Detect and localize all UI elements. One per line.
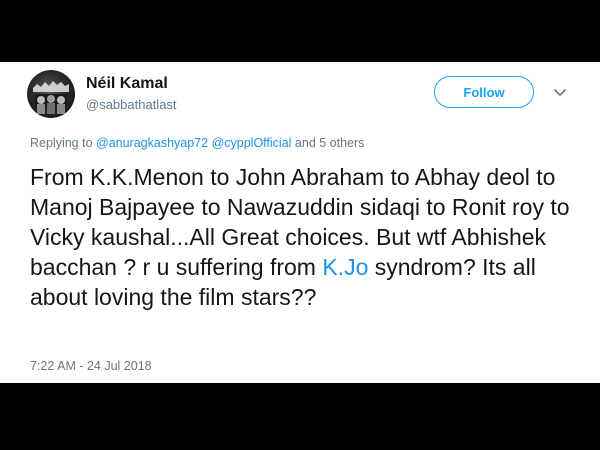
follow-button[interactable]: Follow [434,76,534,108]
mention-link-anuragkashyap72[interactable]: @anuragkashyap72 [96,136,208,150]
reply-context-prefix: Replying to [30,136,97,150]
display-name[interactable]: Néil Kamal [86,75,168,93]
mention-link-cypplofficial[interactable]: @cypplOfficial [212,136,292,150]
kjo-link[interactable]: K.Jo [322,254,368,280]
tweet-timestamp[interactable]: 7:22 AM - 24 Jul 2018 [30,359,152,373]
chevron-down-icon[interactable] [552,86,568,100]
tweet-card: Néil Kamal @sabbathatlast Follow Replyin… [0,62,600,383]
reply-context-others: and 5 others [291,136,365,150]
reply-context: Replying to @anuragkashyap72 @cypplOffic… [30,136,364,150]
tweet-text: From K.K.Menon to John Abraham to Abhay … [30,162,575,312]
band-logo-avatar-icon [33,81,69,114]
user-handle[interactable]: @sabbathatlast [86,97,177,112]
avatar[interactable] [27,70,75,118]
